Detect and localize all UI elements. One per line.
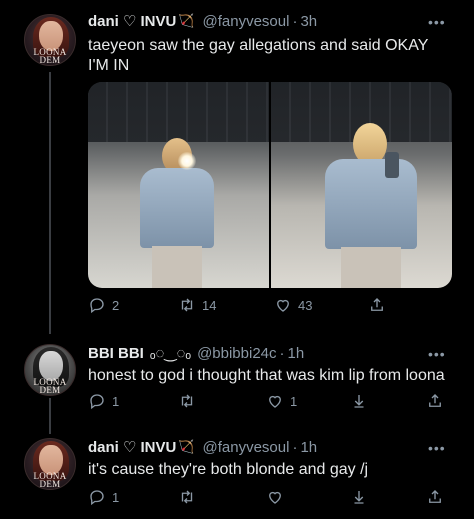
share-button[interactable] xyxy=(426,392,444,410)
tweet-media[interactable] xyxy=(88,82,452,288)
retweet-button[interactable]: 14 xyxy=(178,296,216,314)
user-handle[interactable]: @fanyvesoul xyxy=(202,439,289,456)
avatar[interactable]: LOONA DEM xyxy=(24,14,76,66)
reply-count: 1 xyxy=(112,393,120,409)
dot-separator: · xyxy=(292,12,298,30)
share-button[interactable] xyxy=(426,488,444,506)
tweet-header: dani ♡ INVU 🏹 @fanyvesoul · 3h xyxy=(88,12,317,31)
tweet-actions: 2 14 43 xyxy=(88,296,452,316)
download-button[interactable] xyxy=(350,488,368,506)
timestamp[interactable]: 3h xyxy=(300,13,317,30)
user-handle[interactable]: @fanyvesoul xyxy=(202,13,289,30)
avatar[interactable]: LOONA DEM xyxy=(24,344,76,396)
name-badge: ♡ INVU xyxy=(122,13,177,30)
reply-count: 1 xyxy=(112,489,120,505)
name-badge: ♡ INVU xyxy=(122,439,177,456)
tweet[interactable]: LOONA DEM dani ♡ INVU 🏹 @fanyvesoul · 3h… xyxy=(0,0,474,330)
avatar-logo-text: LOONA DEM xyxy=(33,377,67,395)
tweet[interactable]: LOONA DEM BBI BBI ₒ◌‿◌ₒ @bbibbi24c · 1h … xyxy=(0,336,474,426)
tweet-header: BBI BBI ₒ◌‿◌ₒ @bbibbi24c · 1h xyxy=(88,344,305,363)
tweet-actions: 1 xyxy=(88,488,452,508)
avatar-logo-text: LOONA DEM xyxy=(33,47,67,65)
tweet[interactable]: LOONA DEM dani ♡ INVU 🏹 @fanyvesoul · 1h… xyxy=(0,430,474,519)
retweet-button[interactable] xyxy=(178,392,202,410)
name-badge: ₒ◌‿◌ₒ xyxy=(149,345,192,362)
like-button[interactable]: 1 xyxy=(266,392,297,410)
tweet-text: it's cause they're both blonde and gay /… xyxy=(88,461,369,478)
tweet-text: honest to god i thought that was kim lip… xyxy=(88,367,445,384)
share-button[interactable] xyxy=(368,296,386,314)
bow-emoji: 🏹 xyxy=(178,439,195,454)
reply-icon xyxy=(88,488,106,506)
like-icon xyxy=(266,392,284,410)
retweet-count: 14 xyxy=(202,297,217,313)
user-handle[interactable]: @bbibbi24c xyxy=(197,345,276,362)
retweet-icon xyxy=(178,296,196,314)
bow-emoji: 🏹 xyxy=(178,13,195,28)
timestamp[interactable]: 1h xyxy=(288,345,305,362)
share-icon xyxy=(426,488,444,506)
reply-icon xyxy=(88,296,106,314)
more-icon[interactable]: ••• xyxy=(428,346,446,362)
arrow-down-icon xyxy=(350,488,368,506)
display-name[interactable]: BBI BBI xyxy=(88,345,144,362)
like-icon xyxy=(266,488,284,506)
more-icon[interactable]: ••• xyxy=(428,14,446,30)
retweet-icon xyxy=(178,392,196,410)
photo-right[interactable] xyxy=(271,82,452,288)
avatar[interactable]: LOONA DEM xyxy=(24,438,76,490)
reply-count: 2 xyxy=(112,297,120,313)
reply-icon xyxy=(88,392,106,410)
arrow-down-icon xyxy=(350,392,368,410)
like-count: 1 xyxy=(290,393,298,409)
display-name[interactable]: dani xyxy=(88,439,119,456)
share-icon xyxy=(368,296,386,314)
like-count: 43 xyxy=(298,297,313,313)
share-icon xyxy=(426,392,444,410)
reply-button[interactable]: 2 xyxy=(88,296,119,314)
reply-button[interactable]: 1 xyxy=(88,488,119,506)
retweet-icon xyxy=(178,488,196,506)
dot-separator: · xyxy=(279,344,285,362)
tweet-text: taeyeon saw the gay allegations and said… xyxy=(88,37,429,74)
timestamp[interactable]: 1h xyxy=(300,439,317,456)
avatar-logo-text: LOONA DEM xyxy=(33,471,67,489)
download-button[interactable] xyxy=(350,392,368,410)
tweet-header: dani ♡ INVU 🏹 @fanyvesoul · 1h xyxy=(88,438,317,457)
display-name[interactable]: dani xyxy=(88,13,119,30)
dot-separator: · xyxy=(292,438,298,456)
more-icon[interactable]: ••• xyxy=(428,440,446,456)
photo-left[interactable] xyxy=(88,82,269,288)
tweet-actions: 1 1 xyxy=(88,392,452,412)
like-button[interactable] xyxy=(266,488,284,506)
retweet-button[interactable] xyxy=(178,488,196,506)
like-button[interactable]: 43 xyxy=(274,296,312,314)
reply-button[interactable]: 1 xyxy=(88,392,119,410)
like-icon xyxy=(274,296,292,314)
